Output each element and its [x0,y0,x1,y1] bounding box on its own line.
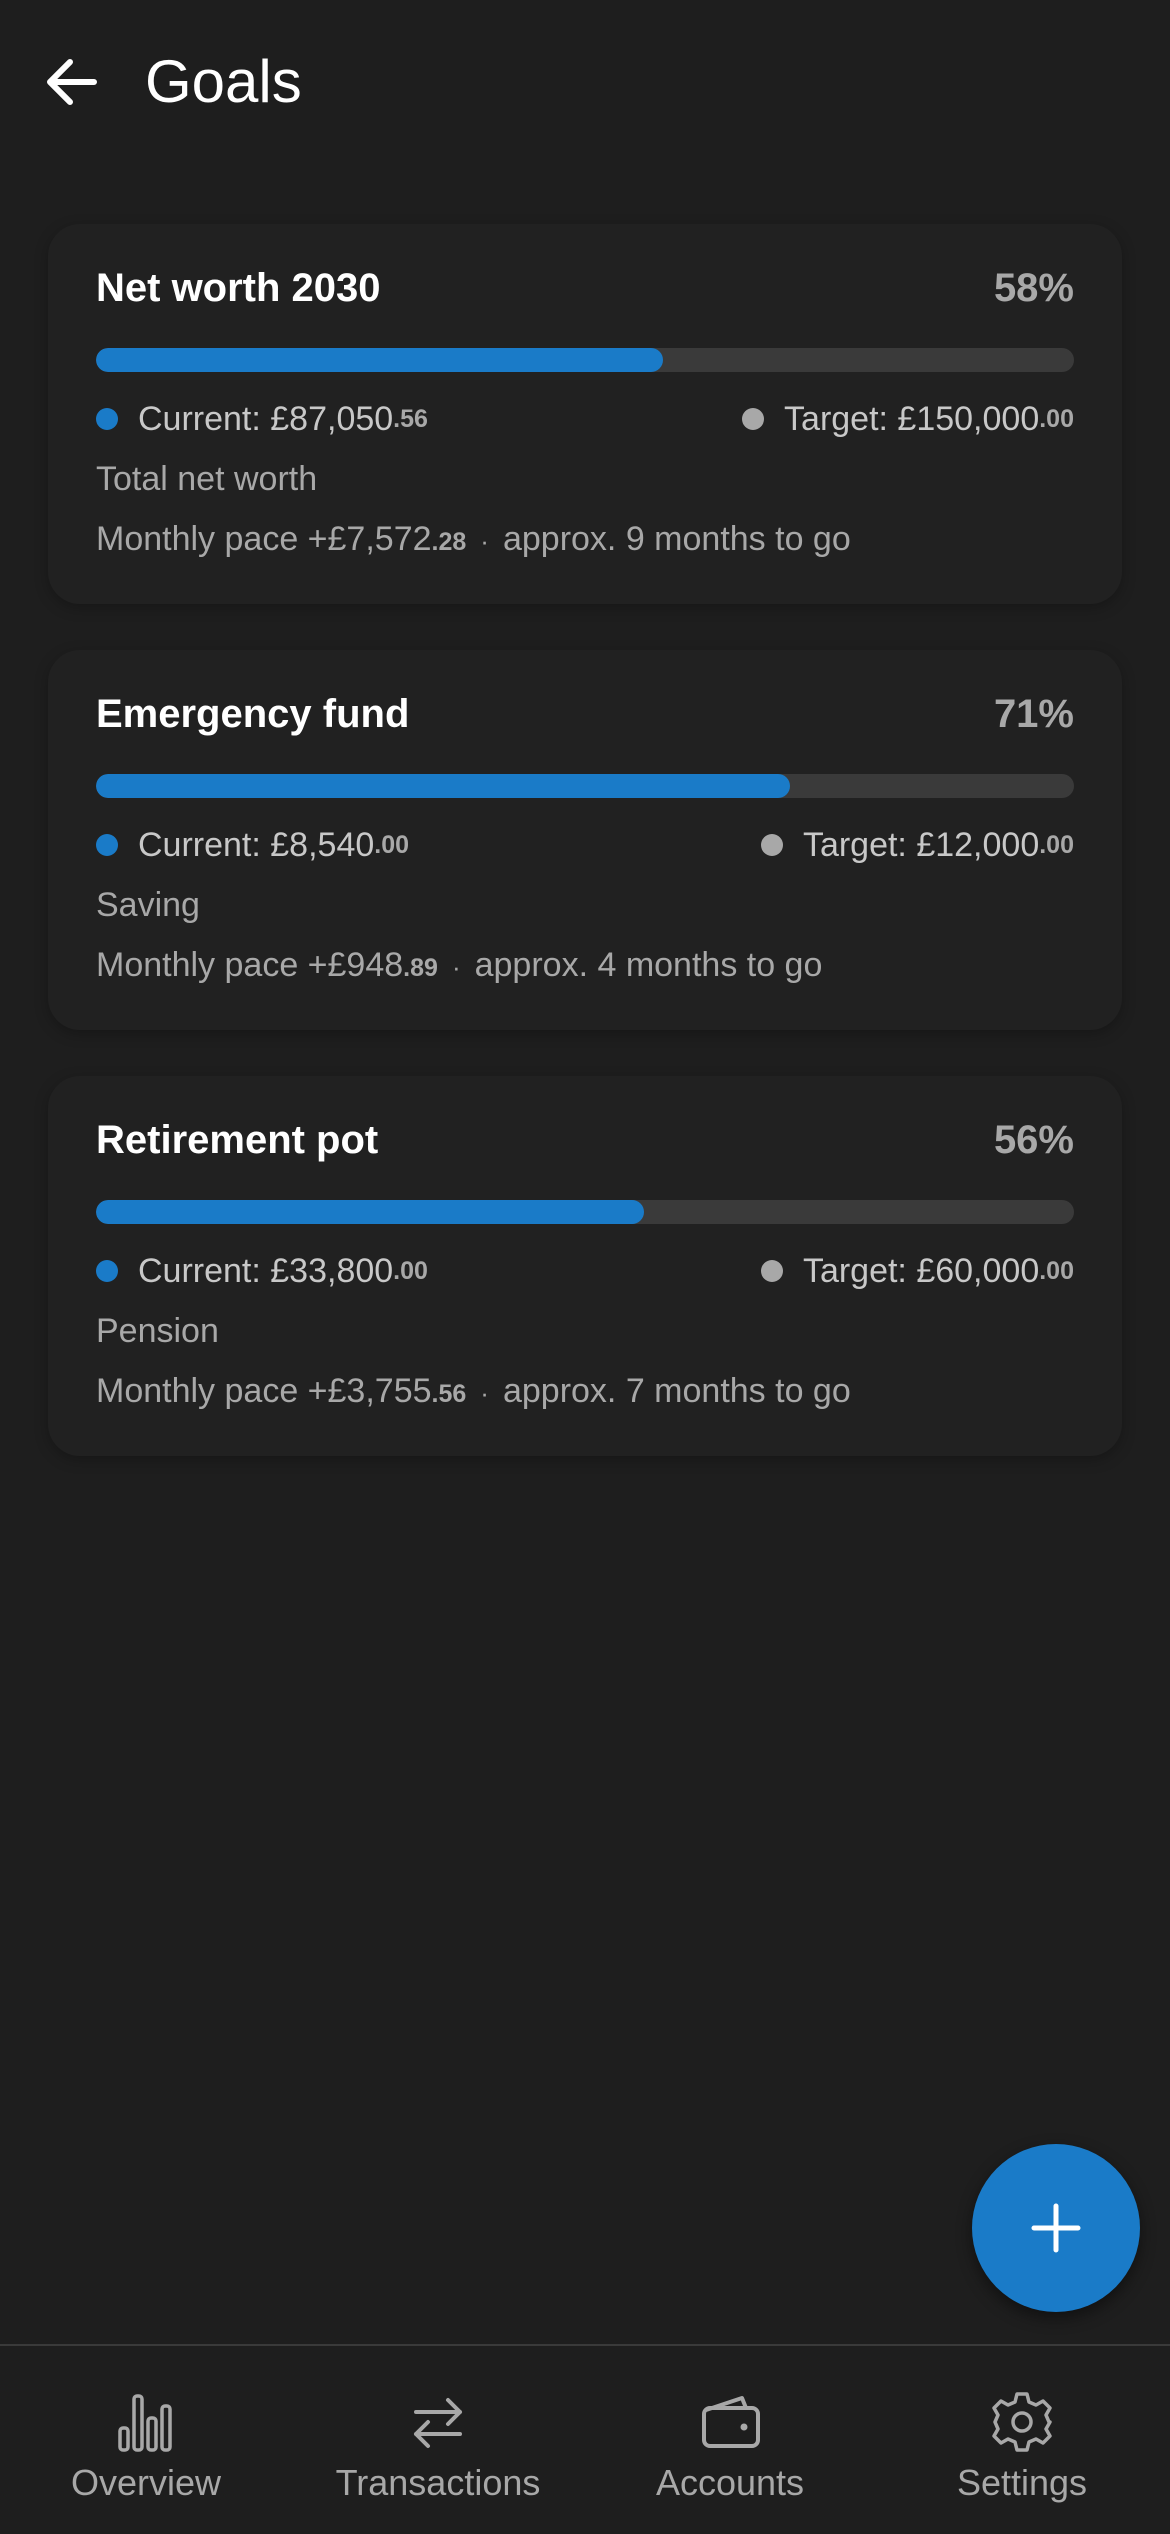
current-decimals: .00 [374,831,410,859]
goal-percent: 71% [993,692,1074,736]
progress-fill [96,348,664,372]
goal-card[interactable]: Net worth 2030 58% Current: £87,050.56 T… [48,224,1122,604]
separator: · [480,526,489,556]
nav-item-settings[interactable]: Settings [876,2346,1168,2534]
nav-label: Transactions [335,2462,541,2503]
nav-label: Accounts [655,2462,805,2503]
goal-title: Emergency fund [96,692,410,736]
goal-category: Pension [96,1312,219,1350]
goal-category: Saving [96,886,200,924]
target-label: Target: £12,000 [802,826,1040,864]
target-amount: Target: £150,000.00 [742,398,1074,440]
goal-percent: 58% [993,266,1074,310]
current-decimals: .00 [393,1257,428,1285]
goal-title: Retirement pot [96,1118,379,1162]
nav-item-transactions[interactable]: Transactions [292,2346,584,2534]
target-dot-icon [742,408,765,430]
eta-label: approx. 9 months to go [502,520,851,558]
goal-percent: 56% [993,1118,1074,1162]
current-amount: Current: £8,540.00 [96,824,409,866]
progress-fill [96,774,791,798]
gear-icon [992,2392,1052,2452]
target-dot-icon [760,1260,783,1282]
goal-card[interactable]: Retirement pot 56% Current: £33,800.00 T… [48,1076,1122,1456]
nav-item-overview[interactable]: Overview [0,2346,292,2534]
progress-bar [96,348,1074,372]
target-amount: Target: £60,000.00 [760,1250,1074,1292]
goal-card[interactable]: Emergency fund 71% Current: £8,540.00 Ta… [48,650,1122,1030]
target-amount: Target: £12,000.00 [760,824,1074,866]
page-title: Goals [145,48,302,115]
monthly-pace: Monthly pace +£948.89 · approx. 4 months t… [96,944,822,989]
swap-arrows-icon [414,2398,462,2448]
current-amount: Current: £87,050.56 [96,398,428,440]
nav-label: Settings [956,2462,1088,2503]
goal-title: Net worth 2030 [96,266,381,310]
eta-label: approx. 4 months to go [474,946,823,984]
target-label: Target: £60,000 [802,1252,1040,1290]
current-dot-icon [96,834,118,856]
current-amount: Current: £33,800.00 [96,1250,428,1292]
current-label: Current: £87,050 [138,400,394,438]
bar-chart-icon [118,2394,172,2452]
current-label: Current: £33,800 [138,1252,394,1290]
back-button[interactable] [30,40,114,124]
pace-label: Monthly pace +£7,572 [96,520,432,558]
separator: · [480,1378,489,1408]
wallet-icon [702,2396,760,2448]
target-decimals: .00 [1039,405,1074,433]
pace-decimals: .56 [431,1380,467,1408]
target-decimals: .00 [1039,1257,1074,1285]
current-dot-icon [96,1260,118,1282]
goal-category: Total net worth [96,460,318,498]
nav-item-accounts[interactable]: Accounts [584,2346,876,2534]
current-label: Current: £8,540 [138,826,375,864]
plus-icon [1031,2203,1081,2253]
progress-fill [96,1200,644,1224]
pace-label: Monthly pace +£948 [96,946,404,984]
monthly-pace: Monthly pace +£3,755.56 · approx. 7 months… [96,1370,851,1415]
eta-label: approx. 7 months to go [502,1372,851,1410]
monthly-pace: Monthly pace +£7,572.28 · approx. 9 months… [96,518,851,563]
separator: · [451,952,461,982]
progress-bar [96,1200,1074,1224]
target-decimals: .00 [1039,831,1074,859]
add-goal-button[interactable] [972,2144,1140,2312]
current-dot-icon [96,408,118,430]
pace-decimals: .89 [403,954,438,982]
arrow-left-icon [47,59,97,105]
bottom-navigation: Overview Transactions Accounts Settings [0,2344,1170,2534]
pace-decimals: .28 [431,528,467,556]
progress-bar [96,774,1074,798]
current-decimals: .56 [393,405,428,433]
nav-label: Overview [70,2462,222,2503]
target-label: Target: £150,000 [784,400,1040,438]
app-bar: Goals [0,0,1170,170]
target-dot-icon [760,834,783,856]
pace-label: Monthly pace +£3,755 [96,1372,432,1410]
